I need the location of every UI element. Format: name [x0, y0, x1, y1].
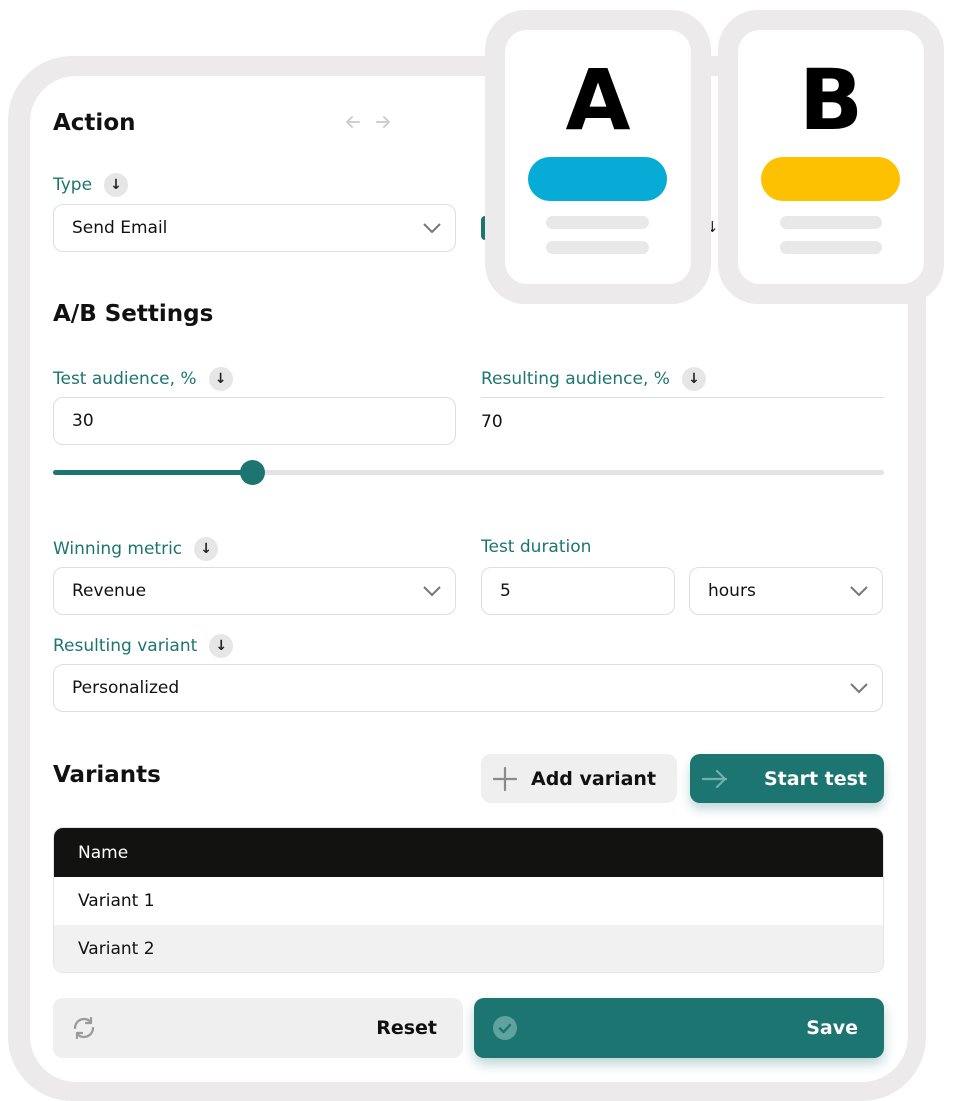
check-circle-icon — [493, 1016, 517, 1040]
arrow-right-icon — [702, 769, 728, 788]
info-down-arrow-icon[interactable]: ↓ — [104, 173, 129, 197]
test-audience-label: Test audience, % ↓ — [53, 367, 233, 391]
refresh-icon — [73, 1016, 95, 1040]
variants-table: Name Variant 1 Variant 2 — [53, 827, 884, 973]
action-title: Action — [53, 110, 136, 136]
variant-a-letter: A — [565, 51, 631, 149]
plus-icon — [493, 766, 517, 791]
winning-metric-label: Winning metric ↓ — [53, 537, 219, 561]
info-down-arrow-icon[interactable]: ↓ — [209, 634, 234, 658]
test-duration-label: Test duration — [481, 537, 592, 557]
arrow-left-icon[interactable] — [345, 114, 361, 130]
type-label: Type ↓ — [53, 173, 129, 197]
resulting-variant-select[interactable]: Personalized — [53, 664, 883, 712]
chevron-down-icon — [850, 683, 868, 694]
duration-unit-select[interactable]: hours — [689, 567, 883, 615]
variant-b-color-bar — [761, 157, 900, 201]
table-row[interactable]: Variant 2 — [54, 925, 883, 972]
chevron-down-icon — [423, 586, 441, 597]
ab-settings-title: A/B Settings — [53, 301, 214, 327]
add-variant-button[interactable]: Add variant — [481, 754, 677, 803]
save-button[interactable]: Save — [474, 998, 884, 1058]
audience-slider-fill — [53, 470, 252, 475]
resulting-audience-label: Resulting audience, % ↓ — [481, 367, 706, 391]
start-test-button[interactable]: Start test — [690, 754, 884, 803]
column-header-name: Name — [78, 842, 129, 863]
variant-a-placeholder-line — [546, 216, 649, 229]
type-select[interactable]: Send Email — [53, 204, 456, 252]
test-duration-input[interactable]: 5 — [481, 567, 675, 615]
audience-slider-handle[interactable] — [240, 460, 265, 485]
info-down-arrow-icon[interactable]: ↓ — [194, 537, 219, 561]
chevron-down-icon — [850, 586, 868, 597]
chevron-down-icon — [423, 223, 441, 234]
variant-a-placeholder-line — [546, 241, 649, 254]
resulting-variant-label: Resulting variant ↓ — [53, 634, 234, 658]
table-row[interactable]: Variant 1 — [54, 877, 883, 925]
variant-a-color-bar — [528, 157, 667, 201]
variant-b-letter: B — [798, 51, 864, 149]
reset-button[interactable]: Reset — [53, 998, 463, 1058]
variant-b-placeholder-line — [780, 216, 882, 229]
nav-arrows — [345, 114, 391, 130]
arrow-right-icon[interactable] — [375, 114, 391, 130]
variant-b-placeholder-line — [780, 241, 882, 254]
variants-title: Variants — [53, 762, 161, 788]
audience-slider-track[interactable] — [53, 470, 884, 475]
table-header: Name — [54, 828, 883, 877]
winning-metric-select[interactable]: Revenue — [53, 567, 456, 615]
info-down-arrow-icon[interactable]: ↓ — [681, 367, 706, 391]
resulting-audience-value: 70 — [481, 397, 884, 445]
test-audience-input[interactable]: 30 — [53, 397, 456, 445]
info-down-arrow-icon[interactable]: ↓ — [208, 367, 233, 391]
